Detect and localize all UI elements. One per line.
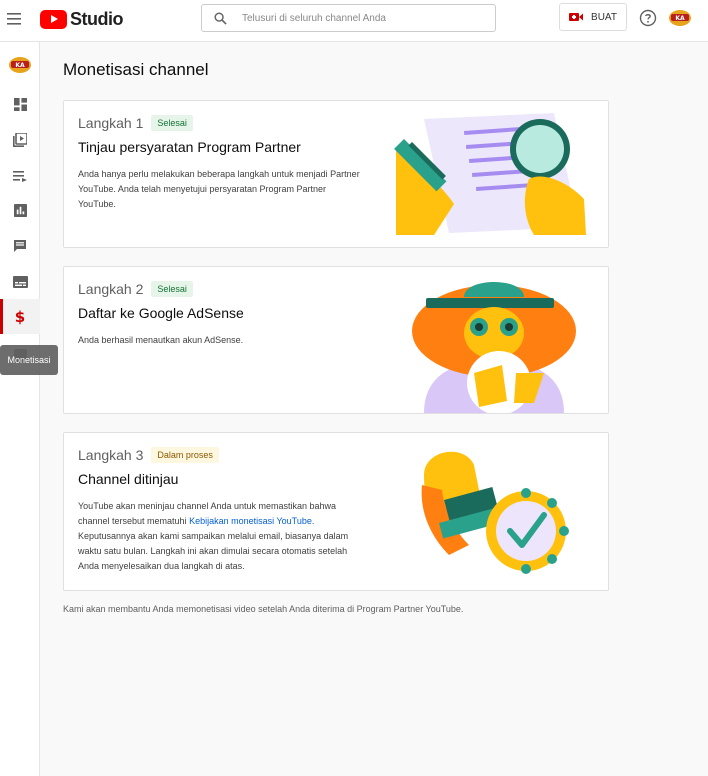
video-library-icon bbox=[13, 132, 27, 147]
analytics-icon bbox=[13, 204, 27, 217]
step-card-2: Langkah 2 Selesai Daftar ke Google AdSen… bbox=[63, 266, 609, 414]
step-number: Langkah 2 bbox=[78, 281, 144, 297]
svg-text:$: $ bbox=[15, 309, 25, 325]
step-description: YouTube akan meninjau channel Anda untuk… bbox=[78, 499, 364, 574]
step-title: Channel ditinjau bbox=[78, 471, 179, 487]
step-title: Daftar ke Google AdSense bbox=[78, 305, 244, 321]
sidebar-item-comments[interactable] bbox=[0, 228, 40, 263]
status-badge: Dalam proses bbox=[151, 447, 219, 463]
svg-text:KA: KA bbox=[675, 15, 685, 22]
sidebar-item-analytics[interactable] bbox=[0, 193, 40, 228]
search-box[interactable] bbox=[201, 4, 496, 32]
dashboard-icon bbox=[13, 98, 27, 111]
step-title: Tinjau persyaratan Program Partner bbox=[78, 139, 301, 155]
subtitles-icon bbox=[12, 275, 28, 288]
step-card-1: Langkah 1 Selesai Tinjau persyaratan Pro… bbox=[63, 100, 609, 248]
step-description: Anda berhasil menautkan akun AdSense. bbox=[78, 335, 244, 345]
sidebar-item-dashboard[interactable] bbox=[0, 87, 40, 122]
sidebar-item-content[interactable] bbox=[0, 122, 40, 157]
comments-icon bbox=[14, 239, 26, 252]
channel-avatar[interactable]: KA bbox=[0, 47, 40, 82]
sidebar-item-subtitles[interactable] bbox=[0, 264, 40, 299]
step-description: Anda hanya perlu melakukan beberapa lang… bbox=[78, 169, 360, 209]
youtube-play-icon bbox=[40, 9, 67, 29]
top-bar: Studio BUAT KA bbox=[0, 0, 708, 42]
step-number: Langkah 3 bbox=[78, 447, 144, 463]
approval-stamp-illustration bbox=[421, 451, 569, 574]
playlist-icon bbox=[13, 170, 27, 182]
step-card-3: Langkah 3 Dalam proses Channel ditinjau … bbox=[63, 432, 609, 591]
footer-note: Kami akan membantu Anda memonetisasi vid… bbox=[63, 604, 464, 614]
create-button[interactable]: BUAT bbox=[559, 3, 627, 31]
svg-text:KA: KA bbox=[15, 62, 25, 69]
video-camera-red-icon bbox=[569, 13, 584, 21]
adsense-person-illustration bbox=[412, 282, 576, 413]
studio-wordmark: Studio bbox=[70, 8, 124, 29]
sidebar-tooltip: Monetisasi bbox=[0, 345, 58, 375]
monetization-policy-link[interactable]: Kebijakan monetisasi YouTube bbox=[189, 516, 312, 526]
page-title: Monetisasi channel bbox=[63, 60, 209, 79]
document-review-illustration bbox=[394, 113, 586, 235]
hamburger-menu-icon[interactable] bbox=[4, 9, 24, 29]
search-icon[interactable] bbox=[202, 4, 238, 32]
search-input[interactable] bbox=[242, 12, 482, 24]
help-icon[interactable] bbox=[639, 9, 657, 27]
account-avatar[interactable]: KA bbox=[668, 8, 692, 28]
status-badge: Selesai bbox=[151, 281, 193, 297]
youtube-studio-logo[interactable]: Studio bbox=[40, 8, 124, 29]
create-button-label: BUAT bbox=[591, 11, 617, 23]
dollar-icon: $ bbox=[15, 309, 25, 325]
sidebar-item-monetization[interactable]: $ bbox=[0, 299, 40, 334]
step-number: Langkah 1 bbox=[78, 115, 144, 131]
status-badge: Selesai bbox=[151, 115, 193, 131]
sidebar-item-playlists[interactable] bbox=[0, 158, 40, 193]
sidebar: KA $ bbox=[0, 42, 40, 776]
